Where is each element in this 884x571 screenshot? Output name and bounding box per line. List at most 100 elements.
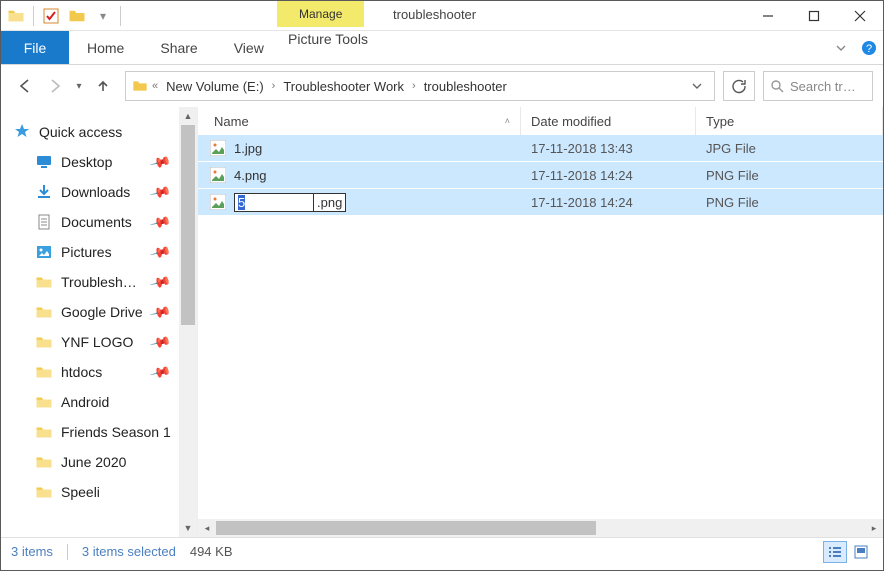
pin-icon: 📌 xyxy=(148,300,172,323)
scroll-thumb[interactable] xyxy=(181,125,195,325)
sidebar-item[interactable]: Android xyxy=(13,387,177,417)
tab-share[interactable]: Share xyxy=(142,31,215,64)
column-type[interactable]: Type xyxy=(696,107,883,135)
pictures-icon xyxy=(35,243,53,261)
maximize-button[interactable] xyxy=(791,1,837,30)
breadcrumb-overflow[interactable]: « xyxy=(150,80,160,92)
folder-icon xyxy=(35,303,53,321)
breadcrumb-item[interactable]: New Volume (E:) xyxy=(160,72,270,100)
sidebar-item[interactable]: Pictures📌 xyxy=(13,237,177,267)
sidebar-item[interactable]: Google Drive📌 xyxy=(13,297,177,327)
title-bar: ▾ Manage troubleshooter xyxy=(1,1,883,31)
sidebar-item[interactable]: Troubleshooter📌 xyxy=(13,267,177,297)
scroll-right-icon[interactable]: ▸ xyxy=(865,519,883,537)
folder-icon xyxy=(35,483,53,501)
sidebar-item[interactable]: Friends Season 1 xyxy=(13,417,177,447)
desktop-icon xyxy=(35,153,53,171)
thumbnails-view-button[interactable] xyxy=(849,541,873,563)
scroll-up-icon[interactable]: ▲ xyxy=(179,107,197,125)
recent-locations-icon[interactable]: ▾ xyxy=(71,72,87,100)
documents-icon xyxy=(35,213,53,231)
file-tab[interactable]: File xyxy=(1,31,69,64)
chevron-right-icon[interactable]: › xyxy=(410,80,418,92)
address-dropdown-icon[interactable] xyxy=(684,81,710,91)
ribbon-bar: File Home Share View Picture Tools ? xyxy=(1,31,883,65)
column-label: Name xyxy=(214,114,249,129)
file-row[interactable]: 1.jpg17-11-2018 13:43JPG File xyxy=(198,135,883,162)
navigation-bar: ▾ « New Volume (E:) › Troubleshooter Wor… xyxy=(1,65,883,107)
column-date[interactable]: Date modified xyxy=(521,107,696,135)
sidebar-item-label: Documents xyxy=(61,214,144,230)
item-count: 3 items xyxy=(11,544,53,559)
sidebar-item-label: June 2020 xyxy=(61,454,177,470)
column-name[interactable]: Name˄ xyxy=(198,107,521,135)
breadcrumb-item[interactable]: Troubleshooter Work xyxy=(277,72,410,100)
ribbon-expand-icon[interactable] xyxy=(827,31,855,64)
refresh-button[interactable] xyxy=(723,71,755,101)
sidebar-item[interactable]: June 2020 xyxy=(13,447,177,477)
file-date: 17-11-2018 13:43 xyxy=(521,141,696,156)
pin-icon: 📌 xyxy=(148,150,172,173)
file-name: 1.jpg xyxy=(234,141,262,156)
sidebar-item[interactable]: YNF LOGO📌 xyxy=(13,327,177,357)
sidebar-item[interactable]: Desktop📌 xyxy=(13,147,177,177)
new-folder-icon[interactable] xyxy=(66,5,88,27)
quick-access-toolbar: ▾ xyxy=(1,1,127,30)
selection-size: 494 KB xyxy=(190,544,233,559)
search-placeholder: Search tr… xyxy=(790,79,856,94)
file-row[interactable]: 4.png 17-11-2018 14:24PNG File xyxy=(198,162,883,189)
tab-home[interactable]: Home xyxy=(69,31,142,64)
pin-icon: 📌 xyxy=(148,180,172,203)
selected-count: 3 items selected xyxy=(82,544,176,559)
sidebar-item-label: Desktop xyxy=(61,154,144,170)
forward-button[interactable] xyxy=(41,72,69,100)
content-area: Quick accessDesktop📌Downloads📌Documents📌… xyxy=(1,107,883,537)
file-name: 4.png xyxy=(234,168,267,183)
close-button[interactable] xyxy=(837,1,883,30)
rename-input[interactable] xyxy=(234,193,314,212)
sidebar-item-label: Google Drive xyxy=(61,304,144,320)
quick-access-label: Quick access xyxy=(39,124,177,140)
tab-picture-tools[interactable]: Picture Tools xyxy=(277,31,379,47)
address-bar[interactable]: « New Volume (E:) › Troubleshooter Work … xyxy=(125,71,715,101)
file-type: PNG File xyxy=(696,168,883,183)
column-label: Date modified xyxy=(531,114,611,129)
qat-customize-icon[interactable]: ▾ xyxy=(92,5,114,27)
minimize-button[interactable] xyxy=(745,1,791,30)
up-button[interactable] xyxy=(89,72,117,100)
file-row[interactable]: .png17-11-2018 14:24PNG File xyxy=(198,189,883,216)
tab-view[interactable]: View xyxy=(216,31,282,64)
pin-icon: 📌 xyxy=(148,270,172,293)
search-input[interactable]: Search tr… xyxy=(763,71,873,101)
chevron-right-icon[interactable]: › xyxy=(270,80,278,92)
sidebar-item-label: htdocs xyxy=(61,364,144,380)
sidebar-item[interactable]: Downloads📌 xyxy=(13,177,177,207)
file-date: 17-11-2018 14:24 xyxy=(521,195,696,210)
folder-icon xyxy=(35,393,53,411)
sidebar-scrollbar[interactable]: ▲ ▼ xyxy=(179,107,197,537)
properties-icon[interactable] xyxy=(40,5,62,27)
quick-access-header[interactable]: Quick access xyxy=(13,117,177,147)
sidebar-item-label: YNF LOGO xyxy=(61,334,144,350)
sidebar-item[interactable]: htdocs📌 xyxy=(13,357,177,387)
details-view-button[interactable] xyxy=(823,541,847,563)
scroll-left-icon[interactable]: ◂ xyxy=(198,519,216,537)
file-date: 17-11-2018 14:24 xyxy=(521,168,696,183)
pin-icon: 📌 xyxy=(148,240,172,263)
horizontal-scrollbar[interactable]: ◂ ▸ xyxy=(198,519,883,537)
contextual-tab[interactable]: Manage xyxy=(277,1,364,27)
help-icon[interactable]: ? xyxy=(855,31,883,64)
sidebar-item[interactable]: Speeli xyxy=(13,477,177,507)
pin-icon: 📌 xyxy=(148,210,172,233)
back-button[interactable] xyxy=(11,72,39,100)
file-extension: .png xyxy=(314,193,346,212)
breadcrumb-item[interactable]: troubleshooter xyxy=(418,72,513,100)
sidebar-item[interactable]: Documents📌 xyxy=(13,207,177,237)
scroll-down-icon[interactable]: ▼ xyxy=(179,519,197,537)
scroll-thumb[interactable] xyxy=(216,521,596,535)
folder-icon xyxy=(35,453,53,471)
sidebar-item-label: Troubleshooter xyxy=(61,274,144,290)
star-icon xyxy=(13,123,31,141)
folder-icon xyxy=(5,5,27,27)
sidebar-item-label: Android xyxy=(61,394,177,410)
